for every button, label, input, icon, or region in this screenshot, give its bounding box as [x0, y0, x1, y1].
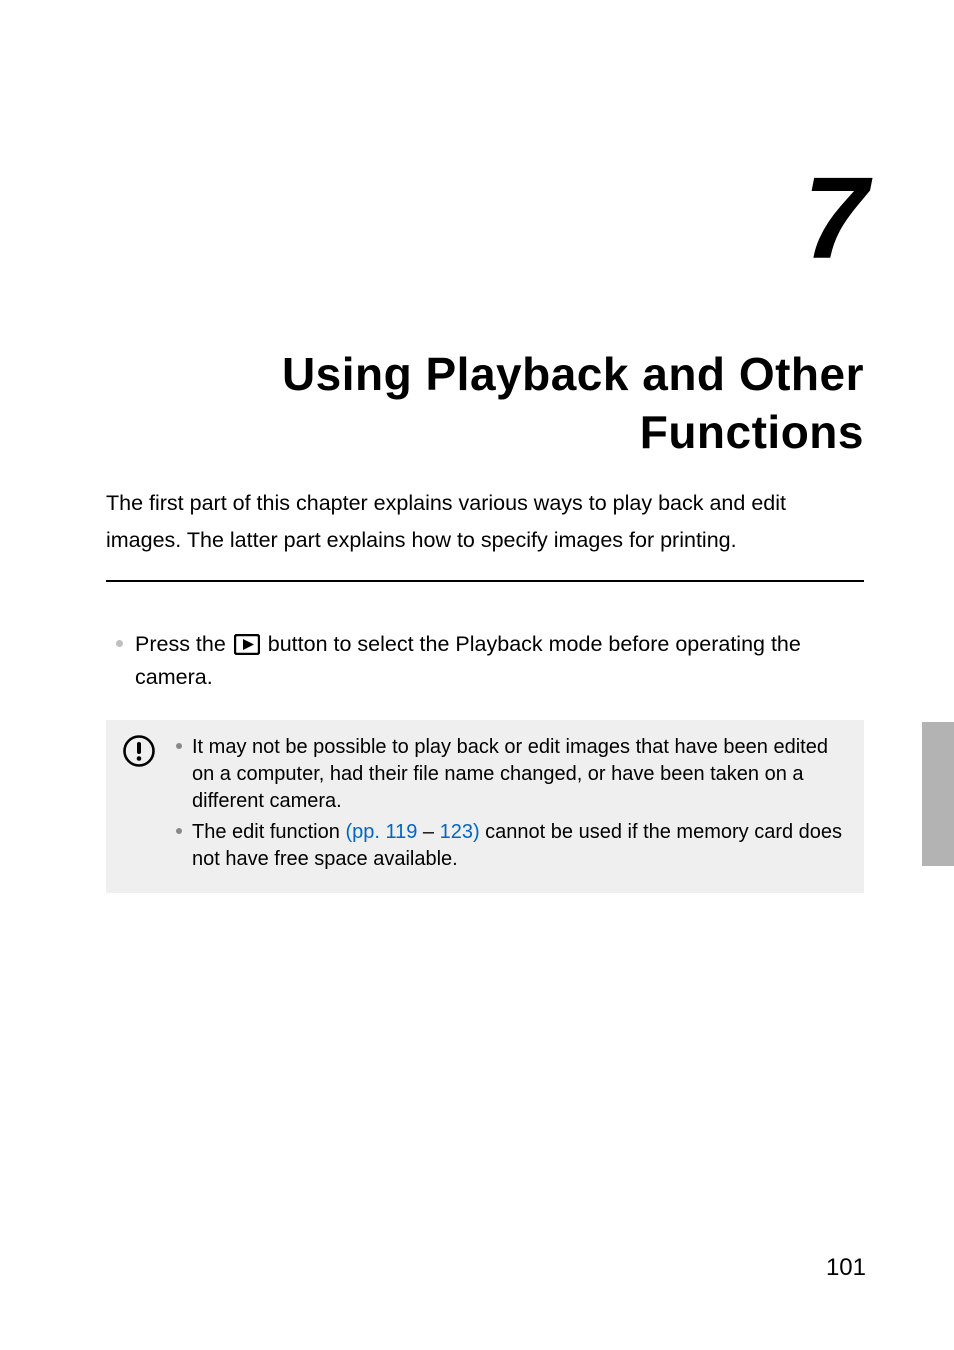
callout-box: It may not be possible to play back or e…	[106, 720, 864, 893]
page-ref-link-119[interactable]: (pp. 119	[345, 821, 417, 843]
chapter-number: 7	[106, 160, 864, 276]
callout-item-2-pre: The edit function	[192, 821, 345, 843]
playback-icon	[234, 634, 260, 663]
document-page: 7 Using Playback and Other Functions The…	[0, 0, 954, 1350]
callout-item-2-mid: –	[417, 821, 439, 843]
press-text-pre: Press the	[135, 632, 232, 656]
bullet-icon	[116, 640, 123, 647]
press-instruction-row: Press the button to select the Playback …	[116, 630, 864, 692]
intro-paragraph: The first part of this chapter explains …	[106, 485, 864, 558]
caution-icon	[122, 734, 156, 773]
chapter-title: Using Playback and Other Functions	[106, 346, 864, 461]
callout-item-1: It may not be possible to play back or e…	[176, 734, 846, 815]
callout-item-2: The edit function (pp. 119 – 123) cannot…	[176, 819, 846, 873]
page-number: 101	[826, 1254, 866, 1282]
press-instruction: Press the button to select the Playback …	[135, 630, 864, 692]
page-ref-link-123[interactable]: 123)	[440, 821, 480, 843]
section-divider	[106, 580, 864, 582]
side-tab	[922, 722, 954, 866]
